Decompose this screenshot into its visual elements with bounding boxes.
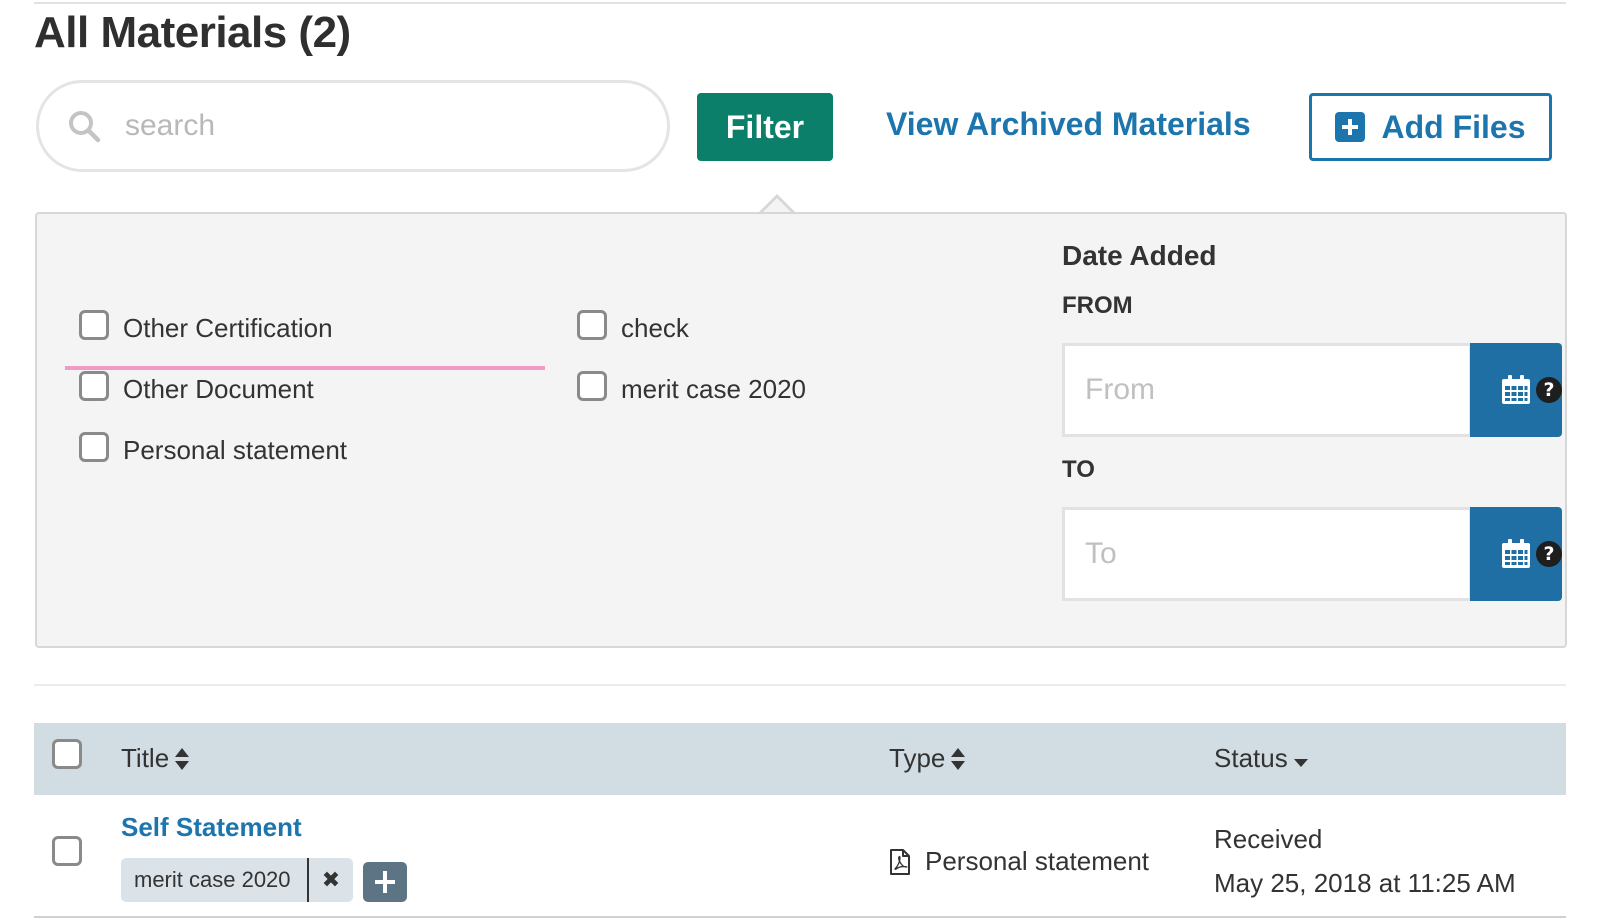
top-divider [34,2,1566,4]
highlight-underline [65,366,545,370]
status-text: Received [1214,824,1323,854]
sort-icon [175,747,190,770]
remove-tag-icon[interactable]: ✖ [309,867,353,893]
tag-label: merit case 2020 [121,858,309,902]
section-divider [34,684,1566,686]
filter-label-check: check [621,313,689,343]
filter-label-personal-statement: Personal statement [123,435,348,465]
sort-down-icon [1293,758,1308,767]
page-title: All Materials (2) [34,8,351,57]
row-divider [34,916,1566,918]
add-files-label: Add Files [1381,108,1526,145]
checkbox-other-certification[interactable] [79,310,109,340]
plus-square-icon [1335,112,1366,142]
question-circle-icon[interactable]: ? [1536,377,1562,403]
add-files-button[interactable]: Add Files [1309,93,1552,161]
checkbox-other-document[interactable] [79,371,109,401]
sort-icon [951,747,966,770]
calendar-icon [1502,539,1530,568]
column-header-type[interactable]: Type [889,743,966,774]
status-date: May 25, 2018 at 11:25 AM [1214,868,1516,898]
type-label: Personal statement [925,846,1150,876]
filter-label-other-certification: Other Certification [123,313,333,343]
tag-chip: merit case 2020 ✖ [121,858,353,902]
search-box[interactable] [36,80,670,172]
from-label: FROM [1062,292,1133,319]
calendar-icon [1502,375,1530,404]
checkbox-check[interactable] [577,310,607,340]
view-archived-link[interactable]: View Archived Materials [886,106,1251,143]
pdf-file-icon [890,848,910,875]
search-icon [69,111,101,143]
from-date-field[interactable] [1062,343,1472,437]
from-date-input[interactable] [1083,372,1453,408]
select-all-checkbox[interactable] [52,739,82,769]
row-checkbox[interactable] [52,836,82,866]
checkbox-merit-case-2020[interactable] [577,371,607,401]
to-date-input[interactable] [1083,536,1453,572]
to-date-field[interactable] [1062,507,1472,601]
date-added-heading: Date Added [1062,240,1217,271]
checkbox-personal-statement[interactable] [79,432,109,462]
column-header-title[interactable]: Title [121,743,190,774]
type-cell: Personal statement [889,846,1149,877]
to-label: TO [1062,456,1095,483]
column-title-label: Title [121,743,170,773]
column-status-label: Status [1214,743,1288,773]
search-input[interactable] [123,108,603,144]
filter-button[interactable]: Filter [697,93,833,161]
question-circle-icon[interactable]: ? [1536,541,1562,567]
filter-label-other-document: Other Document [123,374,314,404]
add-tag-button[interactable] [363,862,407,902]
filter-label-merit-case-2020: merit case 2020 [621,374,806,404]
table-header: Title Type Status [34,723,1566,795]
filter-panel: Other Certification Other Document Perso… [35,212,1567,648]
column-type-label: Type [889,743,946,773]
material-title-link[interactable]: Self Statement [121,812,302,843]
column-header-status[interactable]: Status [1214,743,1308,774]
